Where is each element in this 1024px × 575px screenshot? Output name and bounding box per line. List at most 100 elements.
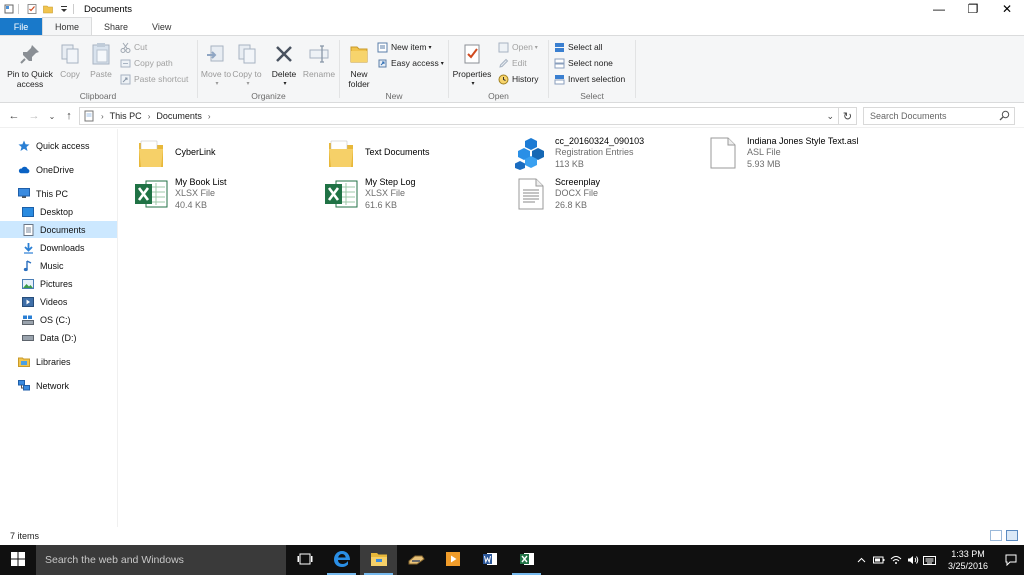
search-input[interactable]: Search Documents bbox=[863, 107, 1015, 125]
nav-item-videos[interactable]: Videos bbox=[0, 293, 117, 310]
nav-label: Music bbox=[40, 260, 64, 271]
rename-button[interactable]: Rename bbox=[301, 40, 337, 79]
history-button[interactable]: History bbox=[498, 72, 538, 86]
properties-quick-icon[interactable] bbox=[27, 4, 37, 14]
address-bar[interactable]: › This PC › Documents › ⌄ bbox=[79, 107, 839, 125]
select-all-icon bbox=[554, 42, 565, 53]
breadcrumb-chevron-icon[interactable]: › bbox=[148, 112, 151, 121]
file-tile-asl[interactable]: Indiana Jones Style Text.asl ASL File 5.… bbox=[705, 133, 905, 173]
tiles-view-icon[interactable] bbox=[1006, 530, 1018, 541]
maximize-button[interactable]: ❐ bbox=[956, 0, 990, 18]
breadcrumb-documents[interactable]: Documents bbox=[156, 111, 202, 121]
file-tile-my-step-log[interactable]: My Step Log XLSX File 61.6 KB bbox=[323, 174, 503, 214]
new-folder-quick-icon[interactable] bbox=[43, 4, 53, 14]
file-tile-screenplay[interactable]: Screenplay DOCX File 26.8 KB bbox=[513, 174, 698, 214]
file-tile-cyberlink[interactable]: CyberLink bbox=[133, 133, 313, 173]
pinned-app-taskbar-button[interactable] bbox=[397, 545, 434, 575]
select-all-button[interactable]: Select all bbox=[554, 40, 603, 54]
tab-file[interactable]: File bbox=[0, 18, 42, 35]
paste-shortcut-button[interactable]: Paste shortcut bbox=[120, 72, 188, 86]
clock-date: 3/25/2016 bbox=[947, 561, 989, 571]
address-dropdown-icon[interactable]: ⌄ bbox=[826, 111, 834, 122]
tab-view[interactable]: View bbox=[140, 18, 183, 35]
new-folder-icon bbox=[345, 40, 373, 68]
file-tile-text-documents[interactable]: Text Documents bbox=[323, 133, 503, 173]
nav-item-pictures[interactable]: Pictures bbox=[0, 275, 117, 292]
select-group-label: Select bbox=[580, 91, 604, 101]
new-group-label: New bbox=[385, 91, 403, 101]
up-arrow-icon[interactable]: ↑ bbox=[62, 109, 76, 123]
rename-icon bbox=[305, 40, 333, 68]
search-icon[interactable] bbox=[999, 110, 1010, 123]
copy-to-button[interactable]: Copy to ▾ bbox=[231, 40, 263, 89]
nav-item-os-c[interactable]: OS (C:) bbox=[0, 311, 117, 328]
new-folder-button[interactable]: New folder bbox=[343, 40, 375, 89]
media-player-taskbar-button[interactable] bbox=[434, 545, 471, 575]
refresh-icon[interactable]: ↻ bbox=[839, 107, 857, 125]
volume-icon[interactable] bbox=[904, 545, 921, 575]
breadcrumb-chevron-icon[interactable]: › bbox=[101, 112, 104, 121]
word-taskbar-button[interactable] bbox=[471, 545, 508, 575]
minimize-button[interactable]: — bbox=[922, 0, 956, 18]
keyboard-icon[interactable] bbox=[921, 545, 938, 575]
task-view-button[interactable] bbox=[286, 545, 323, 575]
forward-arrow-icon[interactable]: → bbox=[27, 109, 41, 123]
copy-button[interactable]: Copy bbox=[58, 40, 82, 79]
edit-label: Edit bbox=[512, 58, 527, 68]
pin-to-quick-access-button[interactable]: Pin to Quick access bbox=[4, 40, 56, 89]
invert-selection-button[interactable]: Invert selection bbox=[554, 72, 625, 86]
taskbar-search-input[interactable]: Search the web and Windows bbox=[36, 545, 286, 575]
file-tile-my-book-list[interactable]: My Book List XLSX File 40.4 KB bbox=[133, 174, 313, 214]
tab-share[interactable]: Share bbox=[92, 18, 140, 35]
breadcrumb-chevron-icon[interactable]: › bbox=[208, 112, 211, 121]
close-button[interactable]: ✕ bbox=[990, 0, 1024, 18]
nav-item-libraries[interactable]: Libraries bbox=[0, 353, 117, 370]
file-type: Registration Entries bbox=[555, 147, 634, 158]
excel-taskbar-button[interactable] bbox=[508, 545, 545, 575]
nav-item-network[interactable]: Network bbox=[0, 377, 117, 394]
tab-home[interactable]: Home bbox=[42, 17, 93, 35]
file-tile-registry[interactable]: cc_20160324_090103 Registration Entries … bbox=[513, 133, 698, 173]
start-button[interactable] bbox=[0, 545, 36, 575]
nav-item-onedrive[interactable]: OneDrive bbox=[0, 161, 117, 178]
properties-button[interactable]: Properties ▾ bbox=[450, 40, 494, 89]
action-center-icon[interactable] bbox=[998, 545, 1024, 575]
clipboard-icon bbox=[87, 40, 115, 68]
open-button[interactable]: Open ▾ bbox=[498, 40, 538, 54]
delete-button[interactable]: Delete ▾ bbox=[269, 40, 299, 89]
new-item-button[interactable]: New item ▾ bbox=[377, 40, 431, 54]
file-size: 5.93 MB bbox=[747, 158, 781, 169]
select-none-button[interactable]: Select none bbox=[554, 56, 613, 70]
edit-button[interactable]: Edit bbox=[498, 56, 527, 70]
file-explorer-taskbar-button[interactable] bbox=[360, 545, 397, 575]
back-arrow-icon[interactable]: ← bbox=[7, 109, 21, 123]
customize-quick-access-icon[interactable] bbox=[59, 4, 69, 14]
move-to-button[interactable]: Move to ▾ bbox=[199, 40, 233, 89]
paste-button[interactable]: Paste bbox=[88, 40, 114, 79]
wifi-icon[interactable] bbox=[887, 545, 904, 575]
show-hidden-icons-chevron-icon[interactable] bbox=[853, 545, 870, 575]
nav-item-desktop[interactable]: Desktop bbox=[0, 203, 117, 220]
nav-item-music[interactable]: Music bbox=[0, 257, 117, 274]
details-view-icon[interactable] bbox=[990, 530, 1002, 541]
nav-item-data-d[interactable]: Data (D:) bbox=[0, 329, 117, 346]
invert-selection-icon bbox=[554, 74, 565, 85]
excel-icon bbox=[519, 551, 535, 569]
nav-item-documents[interactable]: Documents bbox=[0, 221, 117, 238]
cut-button[interactable]: Cut bbox=[120, 40, 147, 54]
nav-label: Documents bbox=[40, 224, 86, 235]
breadcrumb-this-pc[interactable]: This PC bbox=[110, 111, 142, 121]
clock-time: 1:33 PM bbox=[951, 549, 985, 559]
recent-locations-chevron-icon[interactable]: ⌄ bbox=[45, 109, 59, 123]
copy-path-button[interactable]: Copy path bbox=[120, 56, 173, 70]
battery-icon[interactable] bbox=[870, 545, 887, 575]
easy-access-button[interactable]: Easy access ▾ bbox=[377, 56, 444, 70]
nav-item-this-pc[interactable]: This PC bbox=[0, 185, 117, 202]
ribbon: Pin to Quick access Copy Paste Cut Copy … bbox=[0, 35, 1024, 103]
nav-item-quick-access[interactable]: Quick access bbox=[0, 137, 117, 154]
edge-taskbar-button[interactable] bbox=[323, 545, 360, 575]
nav-item-downloads[interactable]: Downloads bbox=[0, 239, 117, 256]
folder-icon bbox=[323, 135, 359, 171]
clock[interactable]: 1:33 PM 3/25/2016 bbox=[938, 548, 998, 572]
app-icon[interactable] bbox=[4, 4, 14, 14]
